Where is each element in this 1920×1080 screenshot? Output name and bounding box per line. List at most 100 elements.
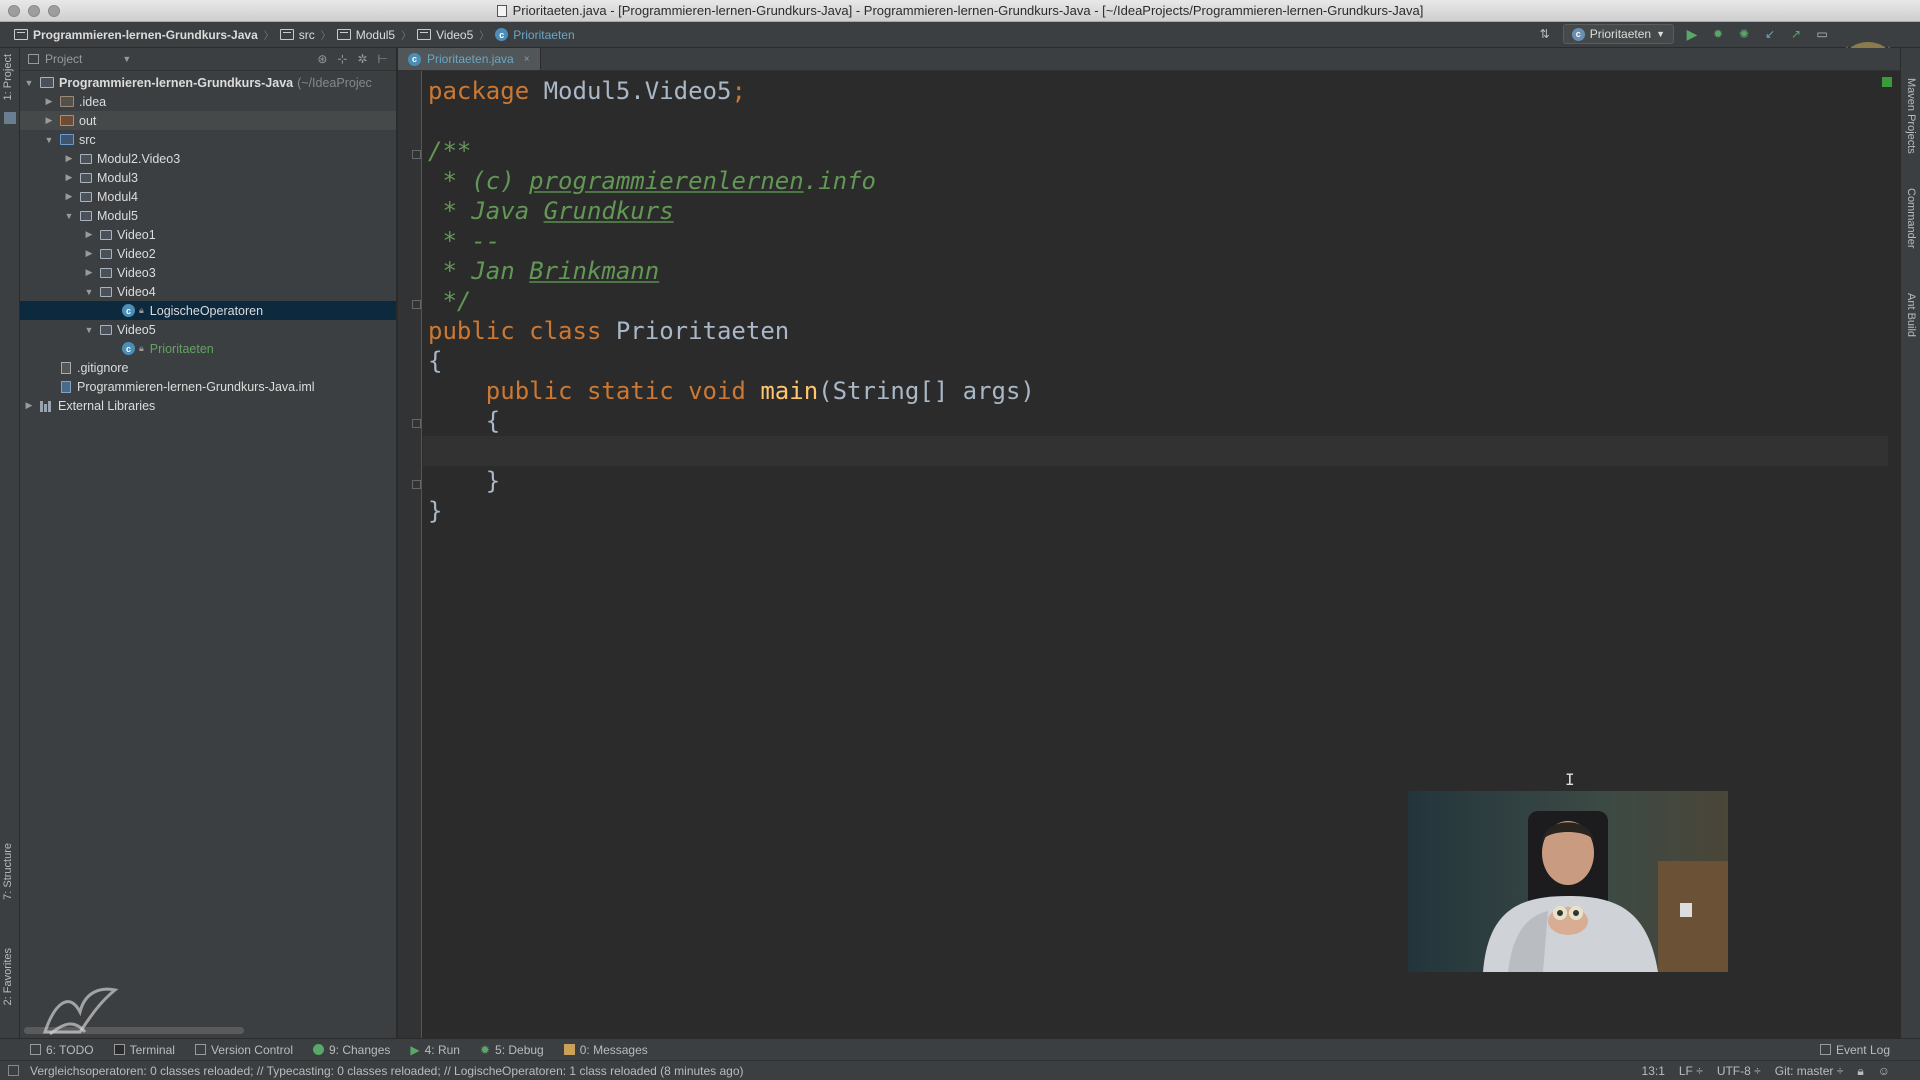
excluded-folder-icon [60,115,74,126]
zoom-window-button[interactable] [48,5,60,17]
expanded-arrow-icon[interactable]: ▼ [82,287,96,297]
encoding-select[interactable]: UTF-8 ÷ [1717,1064,1761,1079]
toggle-tool-windows-icon[interactable] [8,1065,19,1076]
tree-item-video4[interactable]: ▼ Video4 [20,282,396,301]
tree-item-modul2-video3[interactable]: ▶ Modul2.Video3 [20,149,396,168]
code-line-11: public static void main(String[] args) [428,377,1035,405]
package-icon [80,210,92,221]
vcs-commit-icon[interactable]: ↗ [1788,26,1804,42]
project-folder-icon [14,29,28,40]
maven-projects-tab[interactable]: Maven Projects [1905,78,1917,154]
run-icon[interactable]: ▶ [1684,26,1700,42]
tree-item-modul3[interactable]: ▶ Modul3 [20,168,396,187]
editor-tab-prioritaeten[interactable]: c Prioritaeten.java × [398,48,541,70]
expanded-arrow-icon[interactable]: ▼ [42,135,56,145]
tree-item-video3[interactable]: ▶ Video3 [20,263,396,282]
terminal-icon [113,1044,125,1055]
sync-icon[interactable]: ⊛ [317,52,327,66]
inspection-ok-icon[interactable] [1882,77,1892,87]
messages-icon [563,1044,575,1055]
chevron-down-icon[interactable]: ▼ [122,54,131,64]
run-icon: ▶ [410,1042,420,1057]
collapsed-arrow-icon[interactable]: ▶ [42,115,56,126]
caret-position[interactable]: 13:1 [1642,1064,1665,1079]
collapsed-arrow-icon[interactable]: ▶ [62,172,76,183]
tree-item-iml[interactable]: Programmieren-lernen-Grundkurs-Java.iml [20,377,396,396]
tree-item-root[interactable]: ▼ Programmieren-lernen-Grundkurs-Java (~… [20,73,396,92]
collapsed-arrow-icon[interactable]: ▶ [62,153,76,164]
changes-tool-button[interactable]: 9: Changes [303,1043,400,1057]
event-log-tool-button[interactable]: Event Log [1810,1043,1900,1057]
gear-icon[interactable]: ✲ [357,52,367,66]
structure-tool-tab[interactable]: 7: Structure [2,843,14,900]
left-tool-stripe: 1: Project 7: Structure 2: Favorites [0,48,20,1048]
fold-marker-icon[interactable] [412,300,421,309]
line-separator-select[interactable]: LF ÷ [1679,1064,1703,1079]
messages-tool-button[interactable]: 0: Messages [554,1043,658,1057]
tree-item-out[interactable]: ▶ out [20,111,396,130]
tree-item-video5[interactable]: ▼ Video5 [20,320,396,339]
tree-item-gitignore[interactable]: .gitignore [20,358,396,377]
version-control-tool-button[interactable]: Version Control [185,1043,303,1057]
fold-marker-icon[interactable] [412,150,421,159]
fold-marker-icon[interactable] [412,419,421,428]
ant-build-tab[interactable]: Ant Build [1905,293,1917,337]
tree-item-logischeoperatoren[interactable]: c 🔒︎ LogischeOperatoren [20,301,396,320]
project-view-select[interactable]: Project [45,52,82,66]
commander-tab[interactable]: Commander [1905,188,1917,249]
tree-item-prioritaeten[interactable]: c 🔒︎ Prioritaeten [20,339,396,358]
run-configuration-select[interactable]: c Prioritaeten ▼ [1562,24,1674,44]
collapsed-arrow-icon[interactable]: ▶ [42,96,56,107]
close-window-button[interactable] [8,5,20,17]
breadcrumb-modul5[interactable]: Modul5 [331,28,401,42]
breadcrumb-prioritaeten[interactable]: c Prioritaeten [489,28,580,42]
collapsed-arrow-icon[interactable]: ▶ [22,400,36,411]
breadcrumb-project[interactable]: Programmieren-lernen-Grundkurs-Java [8,28,264,42]
tree-item-modul5[interactable]: ▼ Modul5 [20,206,396,225]
project-tool-tab[interactable]: 1: Project [2,54,14,100]
vcs-update-icon[interactable]: ↙ [1762,26,1778,42]
favorites-tool-tab[interactable]: 2: Favorites [2,948,14,1005]
breadcrumb-src[interactable]: src [274,28,321,42]
fold-marker-icon[interactable] [412,480,421,489]
close-icon[interactable]: × [524,54,530,65]
changes-icon [312,1044,324,1055]
debug-icon[interactable]: ✹ [1710,26,1726,42]
git-branch-select[interactable]: Git: master ÷ [1775,1064,1844,1079]
todo-icon [30,1044,41,1055]
terminal-tool-button[interactable]: Terminal [104,1043,185,1057]
collapsed-arrow-icon[interactable]: ▶ [82,267,96,278]
tree-item-idea[interactable]: ▶ .idea [20,92,396,111]
hector-icon[interactable]: ☺ [1878,1064,1890,1079]
class-icon: c [122,342,135,355]
tree-item-external-libraries[interactable]: ▶ External Libraries [20,396,396,415]
debug-tool-button[interactable]: ✹ 5: Debug [470,1043,554,1057]
coverage-icon[interactable]: ✺ [1736,26,1752,42]
class-icon: c [495,28,509,41]
tree-item-src[interactable]: ▼ src [20,130,396,149]
expanded-arrow-icon[interactable]: ▼ [22,78,36,88]
collapsed-arrow-icon[interactable]: ▶ [62,191,76,202]
collapsed-arrow-icon[interactable]: ▶ [82,229,96,240]
debug-icon: ✹ [479,1042,491,1057]
code-line-15: } [428,497,443,525]
collapsed-arrow-icon[interactable]: ▶ [82,248,96,259]
todo-tool-button[interactable]: 6: TODO [0,1043,104,1057]
expanded-arrow-icon[interactable]: ▼ [82,325,96,335]
tree-item-video2[interactable]: ▶ Video2 [20,244,396,263]
status-message[interactable]: Vergleichsoperatoren: 0 classes reloaded… [0,1064,744,1078]
expanded-arrow-icon[interactable]: ▼ [62,211,76,221]
build-icon[interactable]: ⇅ [1537,26,1553,42]
tree-item-modul4[interactable]: ▶ Modul4 [20,187,396,206]
webcam-overlay [1408,791,1728,972]
run-tool-button[interactable]: ▶ 4: Run [400,1043,470,1057]
tool-window-bar: 6: TODO Terminal Version Control 9: Chan… [0,1038,1920,1060]
collapse-all-icon[interactable]: ⊹ [337,52,347,66]
tree-item-video1[interactable]: ▶ Video1 [20,225,396,244]
breadcrumb-video5[interactable]: Video5 [411,28,479,42]
lock-icon[interactable]: 🔒︎ [1857,1064,1863,1079]
hide-panel-icon[interactable]: ⊢ [378,52,388,66]
vcs-history-icon[interactable]: ▭ [1814,26,1830,42]
editor-gutter[interactable] [398,71,422,1038]
minimize-window-button[interactable] [28,5,40,17]
